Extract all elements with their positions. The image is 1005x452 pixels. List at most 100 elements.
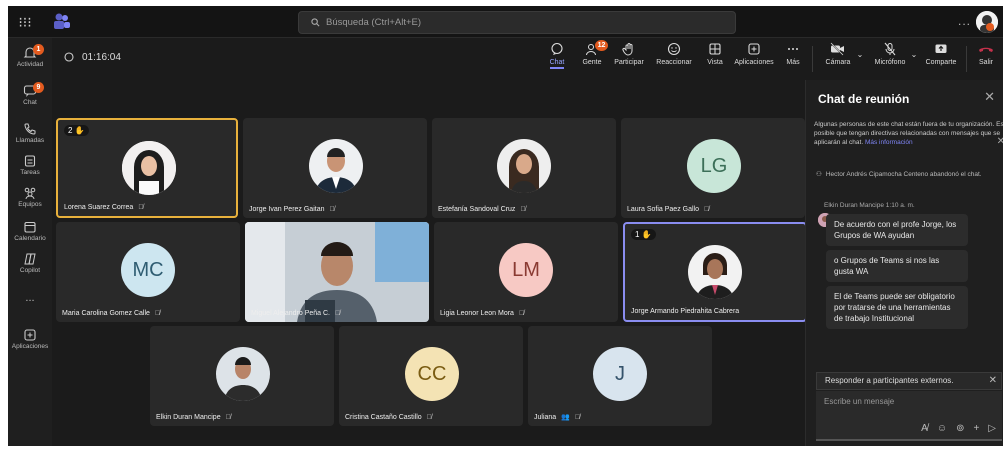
rail-chat[interactable]: 9 Chat	[8, 82, 52, 106]
chat-message[interactable]: El de Teams puede ser obligatorio por tr…	[826, 286, 968, 329]
participant-video	[245, 222, 429, 322]
people-badge: 12	[595, 40, 608, 51]
camera-options-chevron-icon[interactable]: ⌄	[856, 50, 864, 59]
rail-label: Chat	[23, 99, 37, 106]
rail-calendar[interactable]: Calendario	[8, 220, 52, 242]
participant-tile[interactable]: MC Maria Carolina Gomez Calle 🎙̸	[56, 222, 240, 322]
apps-label: Aplicaciones	[734, 59, 774, 66]
rail-apps[interactable]: Aplicaciones	[8, 328, 52, 350]
people-button[interactable]: 12 Gente	[577, 40, 608, 66]
people-left-icon: ⚇	[816, 171, 822, 178]
participant-name: Elkin Duran Mancipe 🎙̸	[156, 414, 231, 421]
mic-muted-icon: 🎙̸	[335, 310, 341, 317]
rail-calls[interactable]: Llamadas	[8, 122, 52, 144]
message-sender: Elkin Duran Mancipe 1:10 a. m.	[824, 202, 915, 209]
participant-tile[interactable]: CC Cristina Castaño Castillo 🎙̸	[339, 326, 523, 426]
participant-photo	[309, 139, 363, 193]
phone-icon	[24, 123, 36, 135]
rail-label: Llamadas	[15, 137, 45, 144]
rail-label: Equipos	[18, 201, 42, 208]
mic-button[interactable]: Micrófono	[870, 42, 910, 66]
send-icon[interactable]: ▷	[988, 423, 996, 434]
rail-label: Aplicaciones	[11, 343, 49, 350]
participant-name: Maria Carolina Gomez Calle 🎙̸	[62, 310, 161, 317]
more-button[interactable]: Más	[780, 42, 806, 66]
participant-name: Juliana 👥 🎙̸	[534, 413, 581, 422]
chat-button[interactable]: Chat	[542, 42, 572, 69]
dismiss-notice-icon[interactable]: ✕	[997, 136, 1003, 147]
apps-button[interactable]: Aplicaciones	[732, 42, 776, 66]
attach-icon[interactable]: ⊚	[956, 423, 964, 434]
react-button[interactable]: Reaccionar	[654, 42, 694, 66]
shield-icon	[64, 52, 74, 62]
activity-badge: 1	[33, 44, 44, 55]
rail-teams[interactable]: Equipos	[8, 186, 52, 208]
search-input[interactable]: Búsqueda (Ctrl+Alt+E)	[298, 11, 736, 34]
system-message: ⚇ Hector Andrés Cipamocha Centeno abando…	[816, 170, 996, 180]
participant-tile[interactable]: 2 ✋ Lorena Suarez Correa 🎙̸	[56, 118, 238, 218]
rail-copilot[interactable]: Copilot	[8, 252, 52, 274]
mic-muted-icon: 🎙̸	[426, 414, 432, 421]
learn-more-link[interactable]: Más información	[865, 139, 913, 146]
mic-muted-icon: 🎙̸	[225, 414, 231, 421]
mic-muted-icon: 🎙̸	[138, 204, 144, 211]
participant-name: Miguel Alejandro Peña C. 🎙̸	[251, 310, 341, 317]
mic-muted-icon: 🎙̸	[704, 206, 710, 213]
chat-badge: 9	[33, 82, 44, 93]
leave-button[interactable]: Salir	[972, 42, 1000, 66]
rail-activity[interactable]: 1 Actividad	[8, 44, 52, 68]
mic-label: Micrófono	[874, 59, 906, 66]
message-compose-box[interactable]: Escribe un mensaje A̸ ☺ ⊚ + ▷	[816, 391, 1002, 441]
share-button[interactable]: Comparte	[922, 42, 960, 66]
guest-icon: 👥	[561, 414, 570, 421]
participant-tile[interactable]: 1 ✋ Jorge Armando Piedrahita Cabrera	[623, 222, 807, 322]
reply-external-bar[interactable]: Responder a participantes externos. ✕	[816, 372, 1002, 390]
view-button[interactable]: Vista	[702, 42, 728, 66]
compose-toolbar: A̸ ☺ ⊚ + ▷	[921, 423, 996, 434]
participant-photo	[688, 245, 742, 299]
more-options-button[interactable]: ...	[958, 14, 971, 28]
react-label: Reaccionar	[656, 59, 692, 66]
chat-message[interactable]: De acuerdo con el profe Jorge, los Grupo…	[826, 214, 968, 246]
plus-icon[interactable]: +	[973, 423, 979, 434]
format-icon[interactable]: A̸	[921, 423, 928, 434]
participant-initials-avatar: MC	[121, 243, 175, 297]
grid-icon	[709, 43, 721, 55]
participant-tile[interactable]: Elkin Duran Mancipe 🎙̸	[150, 326, 334, 426]
participant-initials-avatar: LG	[687, 139, 741, 193]
raise-hand-label: Participar	[614, 59, 644, 66]
camera-button[interactable]: Cámara	[820, 42, 856, 66]
raise-hand-button[interactable]: Participar	[612, 42, 646, 66]
emoji-icon[interactable]: ☺	[937, 423, 947, 434]
rail-more[interactable]: ...	[8, 292, 52, 304]
mic-muted-icon: 🎙̸	[329, 206, 335, 213]
apps-icon	[24, 329, 36, 341]
chat-message[interactable]: o Grupos de Teams si nos las gusta WA	[826, 250, 968, 282]
participant-video-tile[interactable]: Miguel Alejandro Peña C. 🎙̸	[245, 222, 429, 322]
participant-name: Jorge Armando Piedrahita Cabrera	[631, 308, 740, 315]
close-icon[interactable]: ✕	[984, 89, 995, 105]
participant-name: Lorena Suarez Correa 🎙̸	[64, 204, 144, 211]
app-launcher-icon[interactable]: ⁝⁝⁝	[16, 13, 34, 31]
chat-icon	[551, 42, 563, 55]
participant-tile[interactable]: LG Laura Sofia Paez Gallo 🎙̸	[621, 118, 805, 218]
participant-tile[interactable]: LM Ligia Leonor Leon Mora 🎙̸	[434, 222, 618, 322]
meeting-chat-panel: Chat de reunión ✕ Algunas personas de es…	[805, 80, 1003, 446]
meeting-toolbar: 01:16:04 Chat 12 Gente Participar Reacci…	[52, 38, 1003, 80]
teams-window: ⁝⁝⁝ Búsqueda (Ctrl+Alt+E) ... 1 Activida…	[8, 6, 1003, 446]
raised-hand-indicator: 1 ✋	[631, 229, 656, 240]
participant-tile[interactable]: J Juliana 👥 🎙̸	[528, 326, 712, 426]
hangup-icon	[979, 47, 993, 52]
mic-options-chevron-icon[interactable]: ⌄	[910, 50, 918, 59]
close-icon[interactable]: ✕	[989, 373, 997, 389]
timer-text: 01:16:04	[82, 52, 121, 63]
camera-off-icon	[830, 42, 844, 56]
mic-muted-icon: 🎙̸	[518, 310, 525, 317]
participant-tile[interactable]: Estefanía Sandoval Cruz 🎙̸	[432, 118, 616, 218]
chat-panel-title: Chat de reunión	[818, 92, 910, 106]
user-avatar[interactable]	[976, 11, 998, 33]
mic-off-icon	[884, 42, 896, 56]
rail-label: Copilot	[19, 267, 41, 274]
participant-tile[interactable]: Jorge Ivan Perez Gaitan 🎙̸	[243, 118, 427, 218]
rail-tasks[interactable]: Tareas	[8, 154, 52, 176]
